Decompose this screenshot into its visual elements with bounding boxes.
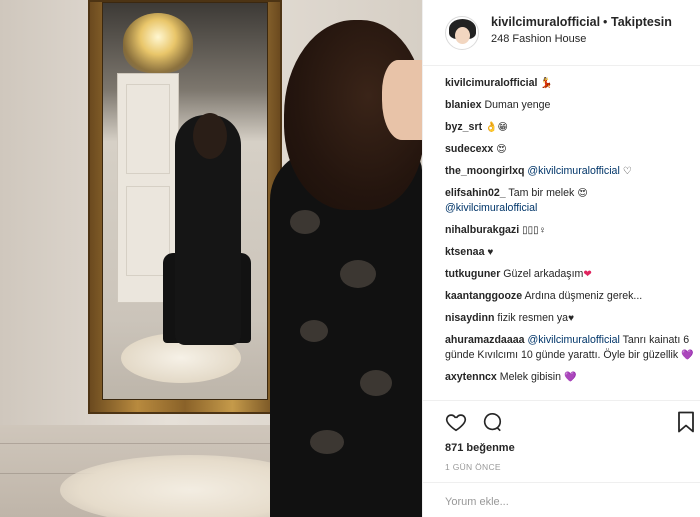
comment-username[interactable]: ahuramazdaaaa [445, 334, 525, 346]
comment-emoji: ♥ [487, 247, 494, 258]
comment-item: ktsenaa ♥ [445, 245, 695, 260]
comment-emoji: 👌😁 [485, 122, 508, 133]
post-sidebar: kivilcimuralofficial • Takiptesin 248 Fa… [422, 0, 700, 517]
bookmark-icon[interactable] [677, 411, 695, 433]
comment-item: axytenncx Melek gibisin 💜 [445, 370, 695, 385]
header-username[interactable]: kivilcimuralofficial [491, 15, 600, 29]
comment-item: nihalburakgazi ▯▯▯♀ [445, 223, 695, 238]
chandelier [123, 13, 193, 73]
comment-text: Güzel arkadaşım [503, 268, 584, 280]
comment-item: kaantanggooze Ardına düşmeniz gerek... [445, 289, 695, 304]
comment-icon[interactable] [481, 411, 503, 433]
comments-list: kivilcimuralofficial 💃 blaniex Duman yen… [445, 76, 695, 392]
woman-face [382, 60, 422, 140]
comment-item: byz_srt 👌😁 [445, 120, 695, 135]
comment-username[interactable]: the_moongirlxq [445, 165, 524, 177]
comment-text: Duman yenge [484, 99, 551, 111]
post-header: kivilcimuralofficial • Takiptesin 248 Fa… [423, 0, 700, 66]
comment-text: Ardına düşmeniz gerek... [524, 290, 643, 302]
comment-username[interactable]: blaniex [445, 99, 482, 111]
comment-emoji: ▯▯▯♀ [522, 225, 547, 236]
comment-username[interactable]: ktsenaa [445, 246, 484, 258]
comment-emoji: 😍 [496, 144, 507, 155]
avatar[interactable] [445, 16, 479, 50]
reflection-head [193, 113, 227, 159]
mirror-frame [88, 0, 282, 414]
comment-mention[interactable]: @kivilcimuralofficial [527, 165, 619, 177]
comment-item: ahuramazdaaaa @kivilcimuralofficial Tanr… [445, 333, 695, 363]
comment-text: fizik resmen ya [497, 312, 569, 324]
follow-status[interactable]: Takiptesin [611, 15, 672, 29]
add-comment-bar [423, 482, 700, 517]
comment-emoji: ♥ [568, 313, 574, 324]
post-actions [423, 400, 700, 434]
comment-username[interactable]: kaantanggooze [445, 290, 522, 302]
post-time[interactable]: 1 GÜN ÖNCE [445, 462, 501, 472]
comment-item: sudecexx 😍 [445, 142, 695, 157]
comment-username[interactable]: tutkuguner [445, 268, 500, 280]
comment-input[interactable] [445, 493, 685, 511]
comment-username[interactable]: kivilcimuralofficial [445, 77, 537, 89]
comment-item: kivilcimuralofficial 💃 [445, 76, 695, 91]
likes-count[interactable]: 871 beğenme [445, 442, 515, 454]
comment-username[interactable]: axytenncx [445, 371, 497, 383]
comment-item: tutkuguner Güzel arkadaşım❤ [445, 267, 695, 282]
comment-emoji: ♡ [622, 166, 632, 177]
comment-emoji: ❤ [583, 269, 592, 280]
comment-username[interactable]: sudecexx [445, 143, 493, 155]
comment-emoji: 💜 [563, 372, 577, 383]
header-location[interactable]: 248 Fashion House [491, 33, 586, 45]
comment-item: elifsahin02_ Tam bir melek 😍 @kivilcimur… [445, 186, 695, 216]
comment-username[interactable]: elifsahin02_ [445, 187, 506, 199]
comment-emoji: 💜 [681, 350, 694, 361]
comment-text: Melek gibisin [499, 371, 562, 383]
comment-mention[interactable]: @kivilcimuralofficial [445, 202, 537, 214]
comment-emoji: 💃 [540, 78, 553, 89]
comment-item: nisaydinn fizik resmen ya♥ [445, 311, 695, 326]
comment-item: the_moongirlxq @kivilcimuralofficial ♡ [445, 164, 695, 179]
comment-username[interactable]: byz_srt [445, 121, 482, 133]
heart-icon[interactable] [445, 411, 467, 433]
comment-mention[interactable]: @kivilcimuralofficial [527, 334, 619, 346]
comment-emoji: 😍 [577, 188, 588, 199]
post-photo[interactable] [0, 0, 422, 517]
comment-username[interactable]: nihalburakgazi [445, 224, 519, 236]
header-separator: • [603, 15, 608, 29]
mirror-reflection [102, 2, 268, 400]
comment-username[interactable]: nisaydinn [445, 312, 494, 324]
comment-item: blaniex Duman yenge [445, 98, 695, 113]
comment-text: Tam bir melek [508, 187, 575, 199]
